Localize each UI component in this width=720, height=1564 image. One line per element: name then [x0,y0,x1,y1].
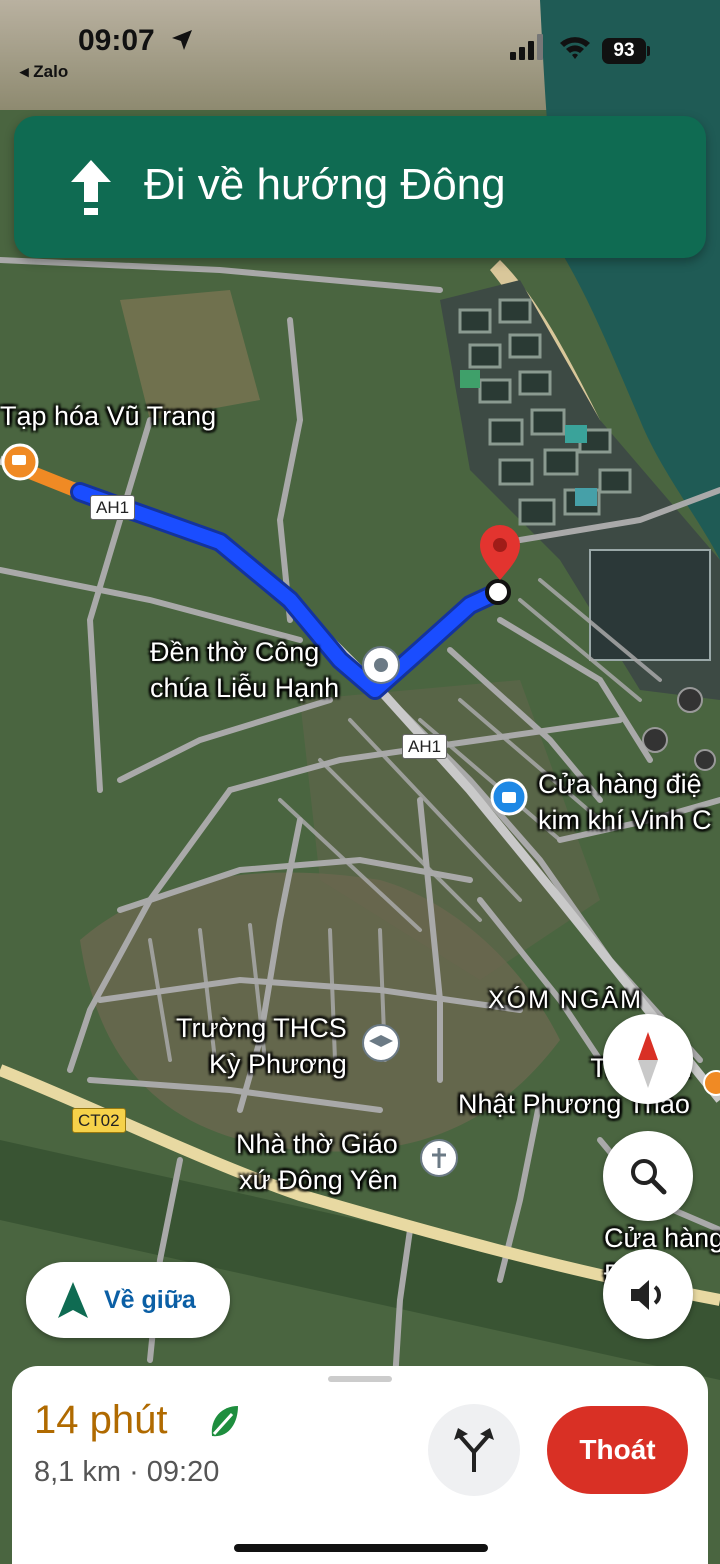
eco-leaf-icon [211,1406,238,1437]
instruction-text: Đi về hướng Đông [144,160,506,209]
sound-button[interactable] [603,1249,693,1339]
search-button[interactable] [603,1131,693,1221]
battery-tip [647,46,650,56]
road-shield-ct02: CT02 [72,1108,126,1133]
route-fork-icon [454,1428,494,1472]
search-icon [631,1159,667,1195]
trip-duration: 14 phút [34,1398,168,1442]
wifi-icon [560,37,590,59]
cellular-signal-icon [510,34,543,60]
compass-button[interactable] [603,1014,693,1104]
battery-level: 93 [602,38,646,64]
area-label-xom-ngam: XÓM NGÂM [488,986,643,1014]
back-to-app-link[interactable]: ◂ Zalo [20,62,68,82]
location-arrow-icon [172,30,192,50]
place-label-nha-tho[interactable]: Nhà thờ Giáo xứ Đông Yên [236,1126,398,1198]
road-shield-ah1: AH1 [90,495,136,520]
sheet-drag-handle[interactable] [328,1376,392,1382]
navigation-instruction-banner[interactable]: Đi về hướng Đông [14,116,706,258]
road-shield-ah1: AH1 [402,734,448,759]
recenter-button[interactable]: Về giữa [26,1262,230,1338]
volume-icon [631,1280,661,1310]
trip-distance-arrival: 8,1 km · 09:20 [34,1456,220,1488]
straight-arrow-icon [71,160,111,215]
status-bar: 09:07 ◂ Zalo 93 [0,0,720,100]
compass-icon [638,1032,658,1088]
place-label-truong[interactable]: Trường THCS Kỳ Phương [176,1010,347,1082]
navigation-arrow-icon [58,1282,88,1318]
home-indicator[interactable] [234,1544,488,1552]
status-time: 09:07 [78,24,155,57]
exit-navigation-button[interactable]: Thoát [547,1406,688,1494]
recenter-label: Về giữa [104,1286,196,1314]
place-label-tap-hoa[interactable]: Tạp hóa Vũ Trang [0,398,216,434]
place-label-cua-hang-dien[interactable]: Cửa hàng điệ kim khí Vinh C [538,766,712,838]
place-label-den-tho[interactable]: Đền thờ Công chúa Liễu Hạnh [150,634,339,706]
trip-summary-sheet[interactable]: 14 phút 8,1 km · 09:20 Thoát [12,1366,708,1564]
alternate-routes-button[interactable] [428,1404,520,1496]
